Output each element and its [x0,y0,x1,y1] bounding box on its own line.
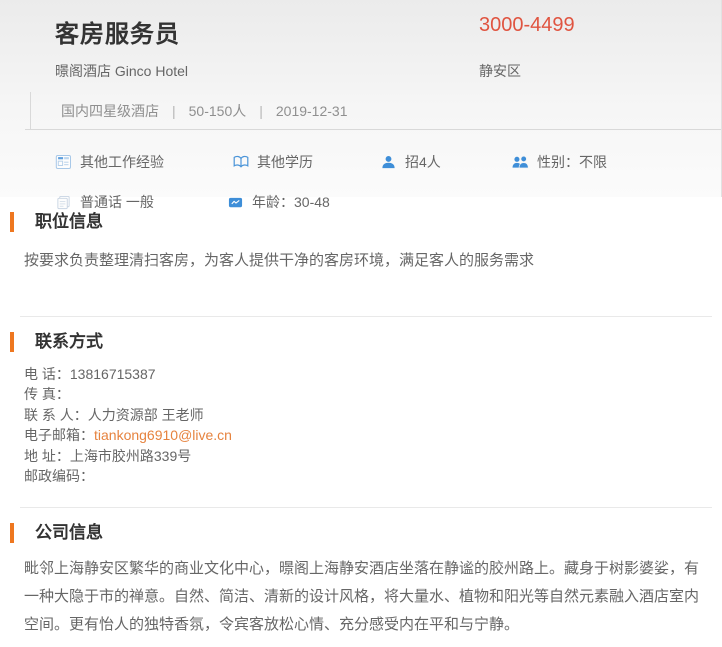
email-link[interactable]: tiankong6910@live.cn [94,427,232,443]
contact-row-postcode: 邮政编码： [24,466,722,486]
meta-label: 其他学历 [257,152,313,172]
work-experience-icon [55,154,72,170]
gender-icon [512,154,529,170]
tag-hotel-class: 国内四星级酒店 [61,101,159,121]
section-contact: 联系方式 电 话：13816715387 传 真： 联 系 人：人力资源部 王老… [0,332,722,486]
tag-deadline-date: 2019-12-31 [276,103,348,119]
age-icon [227,194,244,210]
tag-separator: | [172,103,176,119]
meta-age: 年龄：30-48 [227,192,330,212]
language-icon [55,194,72,210]
section-title-contact: 联系方式 [10,332,722,352]
contact-label: 传 真： [24,386,70,402]
education-icon [232,154,249,170]
contact-row-person: 联 系 人：人力资源部 王老师 [24,405,722,425]
salary-range: 3000-4499 [479,14,631,37]
job-description: 按要求负责整理清扫客房，为客人提供干净的客房环境，满足客人的服务需求 [24,247,710,275]
meta-label: 招4人 [405,152,441,172]
meta-language: 普通话 一般 [55,192,227,212]
section-job-info: 职位信息 按要求负责整理清扫客房，为客人提供干净的客房环境，满足客人的服务需求 [0,212,722,275]
contact-label: 邮政编码： [24,468,94,484]
section-title-company-info: 公司信息 [10,523,722,543]
contact-row-phone: 电 话：13816715387 [24,364,722,384]
contact-label: 电子邮箱： [24,427,94,443]
job-title: 客房服务员 [55,14,479,49]
contact-label: 地 址： [24,448,70,464]
section-divider [20,507,712,508]
headcount-icon [380,154,397,170]
section-company-info: 公司信息 毗邻上海静安区繁华的商业文化中心，暻阁上海静安酒店坐落在静谧的胶州路上… [0,523,722,639]
phone-number: 13816715387 [70,366,156,382]
meta-headcount: 招4人 [380,152,512,172]
district-label: 静安区 [479,61,631,81]
job-header: 客房服务员 3000-4499 暻阁酒店 Ginco Hotel 静安区 国内四… [0,0,722,197]
tag-company-size: 50-150人 [189,101,247,121]
section-title-job-info: 职位信息 [10,212,722,232]
contact-label: 电 话： [24,366,70,382]
meta-label: 性别：不限 [537,152,607,172]
job-detail-page: 客房服务员 3000-4499 暻阁酒店 Ginco Hotel 静安区 国内四… [0,0,722,647]
job-header-upper: 客房服务员 3000-4499 暻阁酒店 Ginco Hotel 静安区 国内四… [25,14,721,130]
contact-label: 联 系 人： [24,407,88,423]
job-meta: 其他工作经验 其他学历 [0,130,721,211]
contact-person: 人力资源部 王老师 [88,407,204,423]
meta-work-experience: 其他工作经验 [55,152,232,172]
contact-row-fax: 传 真： [24,384,722,404]
address: 上海市胶州路339号 [70,448,191,464]
meta-label: 其他工作经验 [80,152,164,172]
meta-label: 年龄：30-48 [252,192,330,212]
tag-separator: | [259,103,263,119]
meta-gender: 性别：不限 [512,152,607,172]
meta-label: 普通话 一般 [80,192,154,212]
company-description: 毗邻上海静安区繁华的商业文化中心，暻阁上海静安酒店坐落在静谧的胶州路上。藏身于树… [24,555,710,639]
contact-row-address: 地 址：上海市胶州路339号 [24,446,722,466]
job-tags-row: 国内四星级酒店 | 50-150人 | 2019-12-31 [30,92,721,129]
company-name: 暻阁酒店 Ginco Hotel [55,61,479,81]
contact-row-email: 电子邮箱：tiankong6910@live.cn [24,425,722,445]
contact-list: 电 话：13816715387 传 真： 联 系 人：人力资源部 王老师 电子邮… [24,364,722,486]
meta-education: 其他学历 [232,152,380,172]
section-divider [20,316,712,317]
